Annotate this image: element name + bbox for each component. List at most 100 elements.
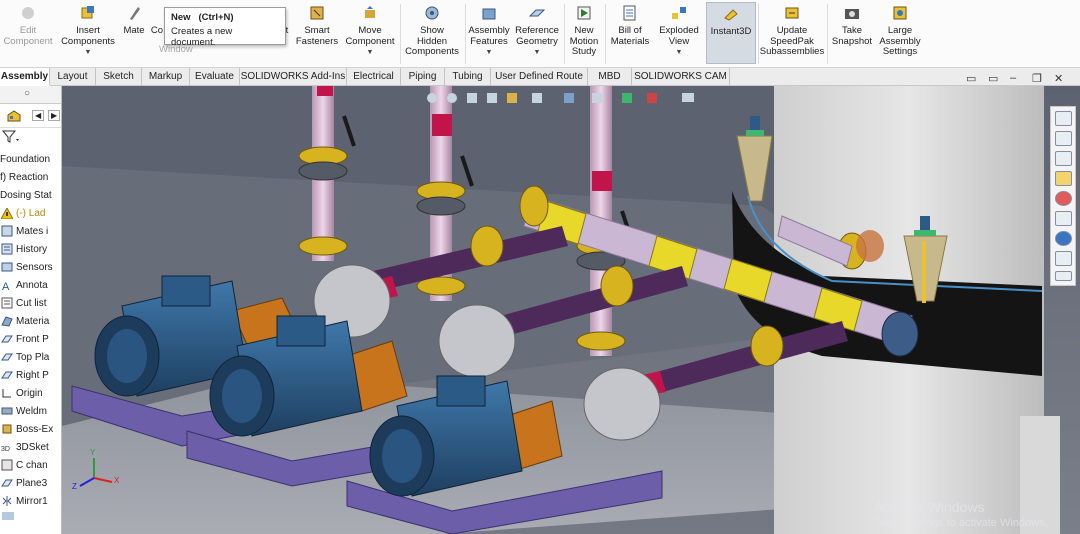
tab-layout[interactable]: Layout (50, 68, 96, 86)
zoom-to-fit-icon[interactable] (427, 93, 437, 103)
filter-icon[interactable] (1, 130, 20, 147)
co-label: Co (150, 25, 164, 36)
assembly-features-icon (480, 4, 498, 22)
tree-item-right-plane[interactable]: Right P (0, 366, 49, 384)
electrical-icon[interactable] (1055, 251, 1072, 266)
bill-of-materials-button[interactable]: Bill of Materials (607, 4, 653, 64)
tree-item-label: Weldm (16, 405, 47, 417)
previous-view-icon[interactable] (467, 93, 477, 103)
view-palette-icon[interactable] (1055, 171, 1072, 186)
assembly-model[interactable] (62, 86, 1080, 534)
tab-assembly[interactable]: Assembly (0, 68, 50, 86)
tree-item-plane3[interactable]: Plane3 (0, 474, 47, 492)
large-assembly-settings-button[interactable]: Large Assembly Settings (876, 4, 924, 64)
tree-item-label: Origin (16, 387, 43, 399)
edit-component-button[interactable]: Edit Component (2, 4, 54, 64)
warning-icon (0, 207, 13, 219)
feature-manager-icon[interactable] (6, 109, 22, 126)
tab-solidworks-addins[interactable]: SOLIDWORKS Add-Ins (240, 68, 347, 86)
file-explorer-icon[interactable] (1055, 151, 1072, 166)
show-hidden-components-button[interactable]: Show Hidden Components (402, 4, 462, 64)
new-document-tooltip: New (Ctrl+N) Creates a new document. (164, 7, 286, 48)
tree-item-sensors[interactable]: Sensors (0, 258, 53, 276)
tree-item-origin[interactable]: Origin (0, 384, 43, 402)
tree-item-dosing-station[interactable]: Dosing Stat (0, 186, 52, 204)
close-icon[interactable]: ✕ (1054, 72, 1063, 85)
partial-t-label: t (285, 25, 289, 36)
material-icon (0, 315, 13, 327)
tree-item-boss-extrude[interactable]: Boss-Ex (0, 420, 53, 438)
tree-item-weldment[interactable]: Weldm (0, 402, 47, 420)
cutlist-icon (0, 297, 13, 309)
pin-icon[interactable]: ○ (24, 88, 30, 99)
tab-evaluate[interactable]: Evaluate (190, 68, 240, 86)
update-speedpak-button[interactable]: Update SpeedPak Subassemblies (760, 4, 824, 64)
instant3d-button[interactable]: Instant3D (706, 2, 756, 64)
view-settings-icon[interactable] (682, 93, 694, 102)
apply-scene-icon[interactable] (647, 93, 657, 103)
insert-components-button[interactable]: Insert Components ▼ (58, 4, 118, 64)
component-preview-button[interactable]: Co (150, 4, 164, 64)
tree-item-foundation[interactable]: Foundation (0, 150, 50, 168)
solidworks-resources-icon[interactable] (1055, 111, 1072, 126)
view-orientation-icon[interactable] (532, 93, 542, 103)
tree-item-front-plane[interactable]: Front P (0, 330, 49, 348)
speedpak-icon (783, 4, 801, 22)
ribbon-divider (465, 4, 466, 64)
tab-mbd[interactable]: MBD (588, 68, 632, 86)
tile-icon[interactable]: ▭ (966, 72, 976, 85)
tree-item-annotations[interactable]: A Annota (0, 276, 48, 294)
tree-item-mirror1[interactable]: Mirror1 (0, 492, 48, 510)
weldment-icon (0, 405, 13, 417)
zoom-area-icon[interactable] (447, 93, 457, 103)
tree-item-label: Mates i (16, 225, 49, 237)
reference-geometry-button[interactable]: Reference Geometry ▼ (513, 4, 561, 64)
scroll-right-button[interactable]: ▶ (48, 110, 61, 121)
display-style-icon[interactable] (564, 93, 574, 103)
cascade-icon[interactable]: ▭ (988, 72, 998, 85)
edit-component-icon (19, 4, 37, 22)
new-motion-study-button[interactable]: New Motion Study (566, 4, 602, 64)
restore-icon[interactable]: ❐ (1032, 72, 1042, 85)
move-component-button[interactable]: Move Component ▼ (343, 4, 397, 64)
sensor-icon (0, 261, 13, 273)
exploded-view-button[interactable]: Exploded View ▼ (656, 4, 702, 64)
take-snapshot-button[interactable]: Take Snapshot (830, 4, 874, 64)
tree-item-history[interactable]: History (0, 240, 47, 258)
section-view-icon[interactable] (487, 93, 497, 103)
tab-tubing[interactable]: Tubing (445, 68, 491, 86)
cam-icon[interactable] (1055, 271, 1072, 281)
edit-appearance-icon[interactable] (622, 93, 632, 103)
tree-item-cut-list[interactable]: Cut list (0, 294, 47, 312)
smart-fasteners-button[interactable]: Smart Fasteners (294, 4, 340, 64)
design-library-icon[interactable] (1055, 131, 1072, 146)
dynamic-annotation-icon[interactable] (507, 93, 517, 103)
graphics-area[interactable]: Y X Z (62, 86, 1080, 534)
bill-of-materials-label: Bill of Materials (610, 25, 650, 47)
minimize-icon[interactable]: – (1010, 72, 1016, 84)
watermark-line-2: Go to Settings to activate Windows. (874, 517, 1048, 529)
tree-item-3dsketch[interactable]: 3D 3DSket (0, 438, 49, 456)
tree-item-top-plane[interactable]: Top Pla (0, 348, 49, 366)
assembly-features-button[interactable]: Assembly Features ▼ (467, 4, 511, 64)
tab-markup[interactable]: Markup (142, 68, 190, 86)
solidworks-forum-icon[interactable] (1055, 231, 1072, 246)
tree-item-ladder[interactable]: (-) Lad (0, 204, 45, 222)
tree-item-material[interactable]: Materia (0, 312, 49, 330)
tree-item-label: (-) Lad (16, 207, 46, 219)
tree-item-mates[interactable]: Mates i (0, 222, 48, 240)
appearances-icon[interactable] (1055, 191, 1072, 206)
tab-electrical[interactable]: Electrical (347, 68, 401, 86)
plane-icon (0, 369, 13, 381)
tab-solidworks-cam[interactable]: SOLIDWORKS CAM (632, 68, 730, 86)
mate-button[interactable]: Mate (120, 4, 148, 64)
triad-x-label: X (114, 476, 120, 485)
tree-item-reaction[interactable]: f) Reaction (0, 168, 48, 186)
tab-piping[interactable]: Piping (401, 68, 445, 86)
tab-sketch[interactable]: Sketch (96, 68, 142, 86)
scroll-left-button[interactable]: ◀ (32, 110, 45, 121)
tree-item-c-channel[interactable]: C chan (0, 456, 48, 474)
custom-properties-icon[interactable] (1055, 211, 1072, 226)
hide-show-items-icon[interactable] (592, 93, 602, 103)
tab-user-defined-route[interactable]: User Defined Route (491, 68, 588, 86)
